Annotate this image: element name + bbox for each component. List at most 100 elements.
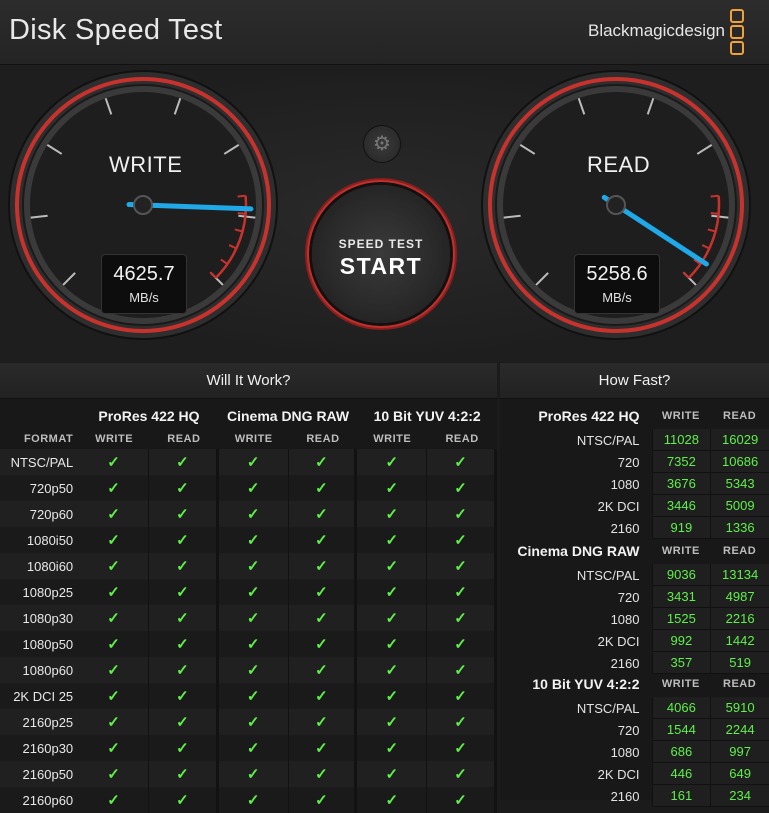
format-label: 2K DCI 25: [0, 683, 80, 709]
check-icon: ✓: [357, 709, 428, 735]
table-row: 1080 3676 5343: [500, 473, 769, 495]
format-column-header: FORMAT: [23, 433, 74, 445]
table-row: 2160p30 ✓ ✓ ✓ ✓ ✓ ✓: [0, 735, 497, 761]
resolution-label: 2K DCI: [597, 498, 640, 514]
check-icon: ✓: [79, 735, 149, 761]
start-button-caption: SPEED TEST: [338, 237, 424, 251]
write-column-header: WRITE: [661, 545, 700, 557]
check-icon: ✓: [427, 579, 497, 605]
read-fps-value: 5910: [710, 697, 769, 719]
check-icon: ✓: [148, 787, 219, 813]
read-fps-value: 2244: [710, 719, 769, 741]
check-icon: ✓: [427, 605, 497, 631]
gauge-red-tick: [710, 194, 719, 198]
read-fps-value: 5343: [710, 473, 769, 495]
start-button[interactable]: SPEED TEST START: [312, 185, 450, 323]
table-row: NTSC/PAL 4066 5910: [500, 697, 769, 719]
table-row: 720 3431 4987: [500, 586, 769, 608]
resolution-label: 1080: [610, 476, 640, 492]
resolution-label: 1080: [610, 744, 640, 760]
table-row: 720p60 ✓ ✓ ✓ ✓ ✓ ✓: [0, 501, 497, 527]
check-icon: ✓: [357, 553, 428, 579]
format-label: 1080p60: [0, 657, 80, 683]
table-row: 720 7352 10686: [500, 451, 769, 473]
write-fps-value: 919: [651, 517, 711, 539]
brand-logo-icon: [730, 9, 744, 55]
gauge-red-tick: [237, 194, 246, 198]
check-icon: ✓: [357, 527, 428, 553]
check-icon: ✓: [427, 683, 497, 709]
check-icon: ✓: [79, 709, 149, 735]
check-icon: ✓: [148, 449, 219, 475]
resolution-label: 1080: [610, 611, 640, 627]
how-fast-group-name: 10 Bit YUV 4:2:2: [532, 676, 640, 692]
format-label: 2160p60: [0, 787, 80, 813]
format-label: 1080p30: [0, 605, 80, 631]
format-label: 1080p50: [0, 631, 80, 657]
table-row: 2160p60 ✓ ✓ ✓ ✓ ✓ ✓: [0, 787, 497, 813]
check-icon: ✓: [148, 579, 219, 605]
check-icon: ✓: [79, 657, 149, 683]
check-icon: ✓: [427, 553, 497, 579]
start-button-label: START: [339, 253, 423, 279]
check-icon: ✓: [79, 631, 149, 657]
table-row: 1080i60 ✓ ✓ ✓ ✓ ✓ ✓: [0, 553, 497, 579]
check-icon: ✓: [79, 527, 149, 553]
table-row: 1080p50 ✓ ✓ ✓ ✓ ✓ ✓: [0, 631, 497, 657]
read-gauge-label: READ: [587, 152, 651, 177]
check-icon: ✓: [288, 449, 358, 475]
check-icon: ✓: [218, 657, 289, 683]
check-icon: ✓: [427, 761, 497, 787]
gauges-area: WRITE 4625.7 MB/s ⚙ SPEED TEST START REA…: [0, 65, 769, 362]
check-icon: ✓: [218, 501, 289, 527]
read-column-header: READ: [723, 410, 757, 422]
write-fps-value: 161: [651, 785, 711, 807]
format-label: 720p60: [0, 501, 80, 527]
check-icon: ✓: [218, 761, 289, 787]
how-fast-group-table: ProRes 422 HQ WRITE READ NTSC/PAL 11028 16029…: [500, 403, 769, 539]
format-label: 1080i50: [0, 527, 80, 553]
resolution-label: 720: [617, 589, 640, 605]
check-icon: ✓: [288, 631, 358, 657]
check-icon: ✓: [218, 527, 289, 553]
check-icon: ✓: [357, 657, 428, 683]
table-row: 2160 919 1336: [500, 517, 769, 539]
read-fps-value: 5009: [710, 495, 769, 517]
check-icon: ✓: [427, 631, 497, 657]
check-icon: ✓: [79, 475, 149, 501]
subcol-header: READ: [306, 433, 340, 445]
check-icon: ✓: [148, 683, 219, 709]
check-icon: ✓: [288, 501, 358, 527]
table-row: 2160 161 234: [500, 785, 769, 807]
check-icon: ✓: [288, 657, 358, 683]
how-fast-group-table: Cinema DNG RAW WRITE READ NTSC/PAL 9036 13134…: [500, 538, 769, 674]
table-row: 1080p60 ✓ ✓ ✓ ✓ ✓ ✓: [0, 657, 497, 683]
check-icon: ✓: [79, 553, 149, 579]
read-value: 5258.6: [586, 263, 648, 285]
check-icon: ✓: [357, 579, 428, 605]
check-icon: ✓: [218, 735, 289, 761]
will-it-work-panel: Will It Work? ProRes 422 HQ Cinema DNG R…: [0, 363, 497, 813]
check-icon: ✓: [357, 631, 428, 657]
format-label: 1080i60: [0, 553, 80, 579]
read-fps-value: 4987: [710, 586, 769, 608]
table-row: 2160p25 ✓ ✓ ✓ ✓ ✓ ✓: [0, 709, 497, 735]
check-icon: ✓: [357, 683, 428, 709]
format-label: 720p50: [0, 475, 80, 501]
subcol-header: READ: [445, 433, 479, 445]
read-fps-value: 10686: [710, 451, 769, 473]
read-fps-value: 16029: [710, 429, 769, 451]
check-icon: ✓: [218, 787, 289, 813]
check-icon: ✓: [79, 683, 149, 709]
table-row: 1080 1525 2216: [500, 608, 769, 630]
how-fast-group-table: 10 Bit YUV 4:2:2 WRITE READ NTSC/PAL 4066 591…: [500, 671, 769, 807]
check-icon: ✓: [79, 579, 149, 605]
write-fps-value: 11028: [651, 429, 711, 451]
check-icon: ✓: [288, 579, 358, 605]
check-icon: ✓: [148, 709, 219, 735]
read-fps-value: 1336: [710, 517, 769, 539]
settings-button[interactable]: ⚙: [363, 125, 401, 163]
will-it-work-table: ProRes 422 HQ Cinema DNG RAW 10 Bit YUV …: [0, 403, 497, 813]
table-row: 1080p25 ✓ ✓ ✓ ✓ ✓ ✓: [0, 579, 497, 605]
write-fps-value: 4066: [651, 697, 711, 719]
